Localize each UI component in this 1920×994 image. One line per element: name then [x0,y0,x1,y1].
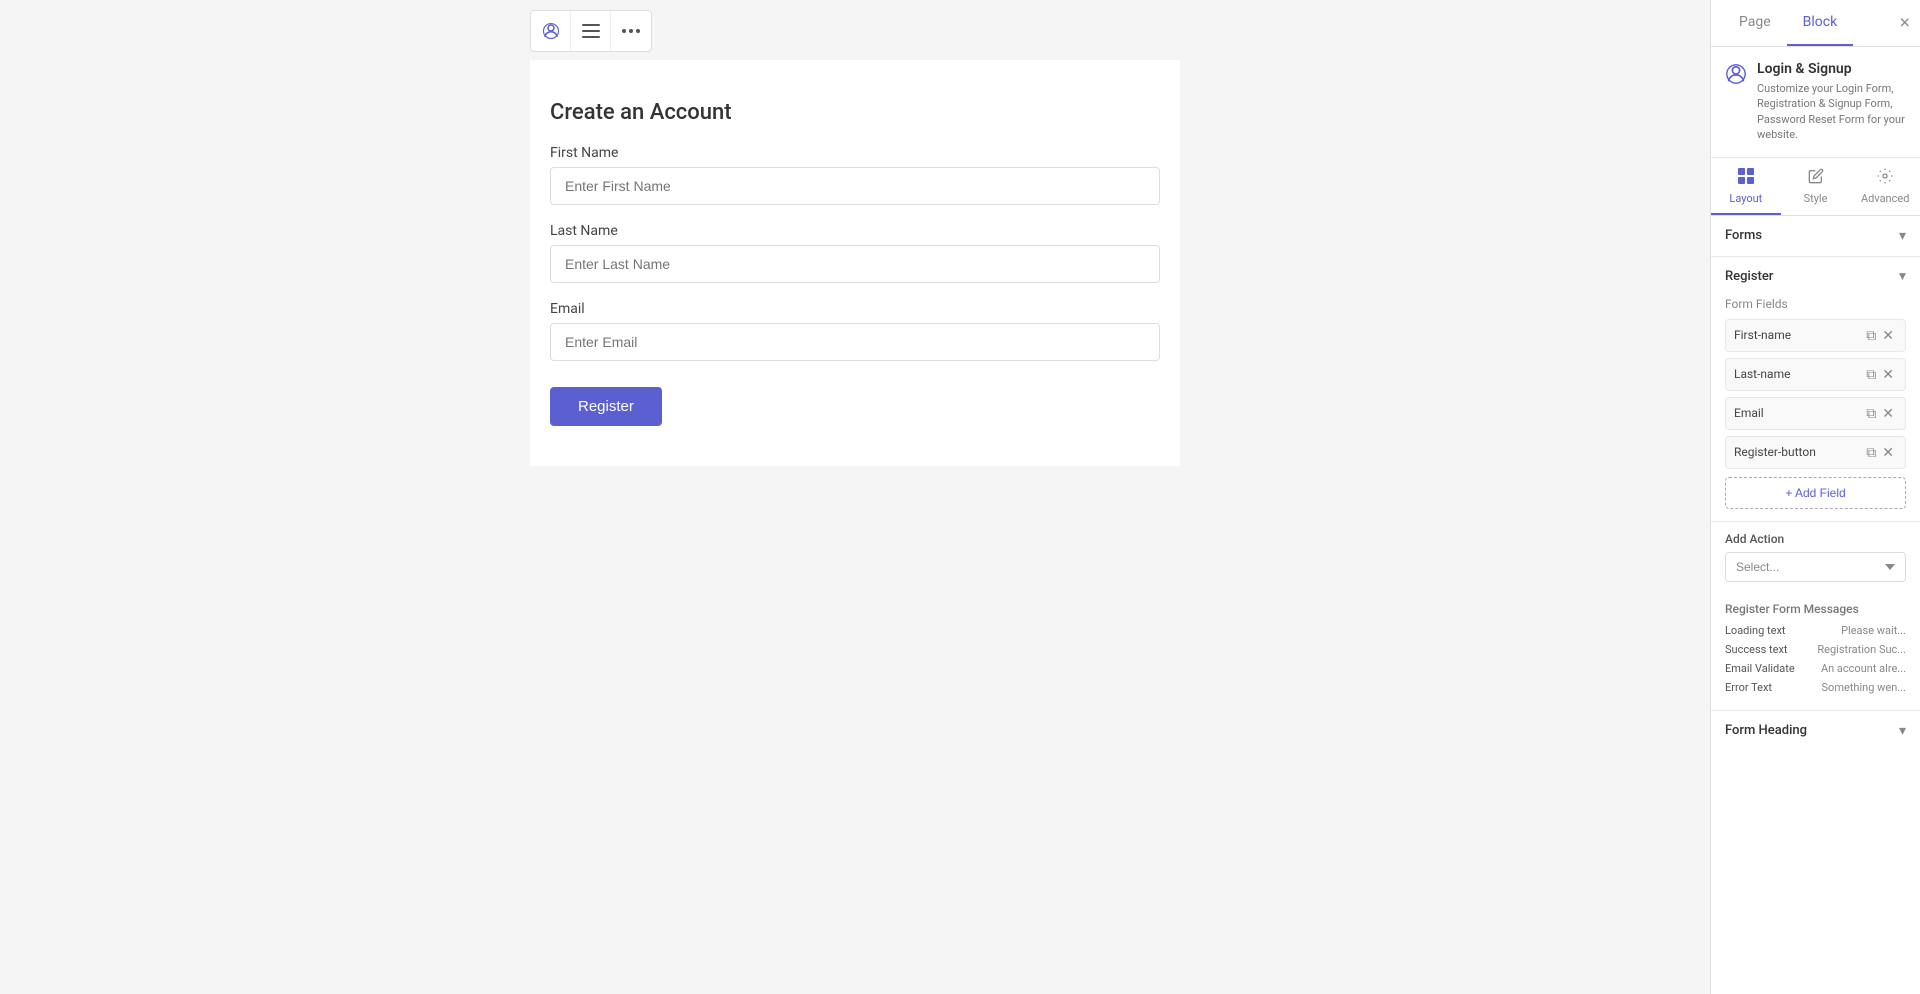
right-panel: Page Block × Login & Signup Customize yo… [1710,0,1920,994]
email-group: Email [550,301,1160,361]
field-register-btn-delete-btn[interactable]: ✕ [1879,444,1897,461]
widget-toolbar [530,10,652,52]
loading-text-key: Loading text [1725,624,1805,637]
register-section: Register ▴ Form Fields First-name ⧉ ✕ La… [1711,257,1920,522]
register-form-messages: Register Form Messages Loading text Plea… [1711,592,1920,710]
field-register-btn-copy-btn[interactable]: ⧉ [1863,444,1879,461]
panel-close-btn[interactable]: × [1899,13,1910,34]
first-name-group: First Name [550,145,1160,205]
first-name-label: First Name [550,145,1160,161]
tab-block[interactable]: Block [1787,0,1854,46]
error-text-key: Error Text [1725,681,1805,694]
form-heading-section[interactable]: Form Heading ▾ [1711,710,1920,751]
email-validate-key: Email Validate [1725,662,1805,675]
sub-tab-advanced-label: Advanced [1861,192,1909,205]
field-item-email: Email ⧉ ✕ [1725,397,1906,430]
message-row-email-validate: Email Validate An account alre... [1725,662,1906,675]
add-action-section: Add Action Select... [1711,522,1920,592]
field-item-firstname: First-name ⧉ ✕ [1725,319,1906,352]
plugin-info: Login & Signup Customize your Login Form… [1757,61,1906,143]
success-text-key: Success text [1725,643,1805,656]
style-icon [1808,168,1824,188]
plugin-icon [1725,63,1747,91]
email-label: Email [550,301,1160,317]
toolbar-menu-btn[interactable] [571,11,611,51]
message-row-loading: Loading text Please wait... [1725,624,1906,637]
plugin-header: Login & Signup Customize your Login Form… [1711,47,1920,158]
message-row-success: Success text Registration Suc... [1725,643,1906,656]
form-fields-label: Form Fields [1725,297,1906,311]
error-text-val: Something wen... [1811,681,1906,694]
form-title: Create an Account [550,100,1160,125]
field-email-copy-btn[interactable]: ⧉ [1863,405,1879,422]
last-name-group: Last Name [550,223,1160,283]
last-name-input[interactable] [550,245,1160,283]
message-row-error: Error Text Something wen... [1725,681,1906,694]
toolbar-user-btn[interactable] [531,11,571,51]
sub-tab-style[interactable]: Style [1781,158,1851,215]
add-action-label: Add Action [1725,532,1906,546]
register-section-label: Register [1725,269,1773,284]
field-firstname-delete-btn[interactable]: ✕ [1879,327,1897,344]
email-input[interactable] [550,323,1160,361]
field-item-lastname: Last-name ⧉ ✕ [1725,358,1906,391]
success-text-val: Registration Suc... [1811,643,1906,656]
field-register-button-label: Register-button [1734,445,1863,459]
register-section-body: Form Fields First-name ⧉ ✕ Last-name ⧉ ✕… [1711,297,1920,521]
register-button[interactable]: Register [550,387,662,426]
form-heading-label: Form Heading [1725,723,1807,738]
email-validate-val: An account alre... [1811,662,1906,675]
field-lastname-label: Last-name [1734,367,1863,381]
add-action-select[interactable]: Select... [1725,552,1906,582]
forms-section-header[interactable]: Forms ▾ [1711,216,1920,256]
first-name-input[interactable] [550,167,1160,205]
panel-tabs: Page Block × [1711,0,1920,47]
forms-chevron-icon: ▾ [1899,228,1906,244]
field-firstname-copy-btn[interactable]: ⧉ [1863,327,1879,344]
sub-tab-layout-label: Layout [1729,192,1762,205]
forms-section-label: Forms [1725,228,1762,243]
last-name-label: Last Name [550,223,1160,239]
plugin-title: Login & Signup [1757,61,1906,77]
canvas-area: Create an Account First Name Last Name E… [0,0,1710,994]
field-firstname-label: First-name [1734,328,1863,342]
forms-section: Forms ▾ [1711,216,1920,257]
sub-tab-style-label: Style [1804,192,1828,205]
field-lastname-delete-btn[interactable]: ✕ [1879,366,1897,383]
register-section-header[interactable]: Register ▴ [1711,257,1920,297]
field-lastname-copy-btn[interactable]: ⧉ [1863,366,1879,383]
advanced-icon [1877,168,1893,188]
plugin-desc: Customize your Login Form, Registration … [1757,81,1906,143]
messages-label: Register Form Messages [1725,602,1906,616]
sub-tabs: Layout Style Advanced [1711,158,1920,216]
field-email-label: Email [1734,406,1863,420]
loading-text-val: Please wait... [1811,624,1906,637]
form-widget: Create an Account First Name Last Name E… [530,60,1180,466]
tab-page[interactable]: Page [1723,0,1787,46]
sub-tab-advanced[interactable]: Advanced [1850,158,1920,215]
field-email-delete-btn[interactable]: ✕ [1879,405,1897,422]
layout-icon [1738,168,1754,188]
register-chevron-icon: ▴ [1899,269,1906,285]
add-field-button[interactable]: + Add Field [1725,477,1906,509]
toolbar-more-btn[interactable] [611,11,651,51]
form-heading-chevron-icon: ▾ [1899,723,1906,739]
sub-tab-layout[interactable]: Layout [1711,158,1781,215]
field-item-register-button: Register-button ⧉ ✕ [1725,436,1906,469]
